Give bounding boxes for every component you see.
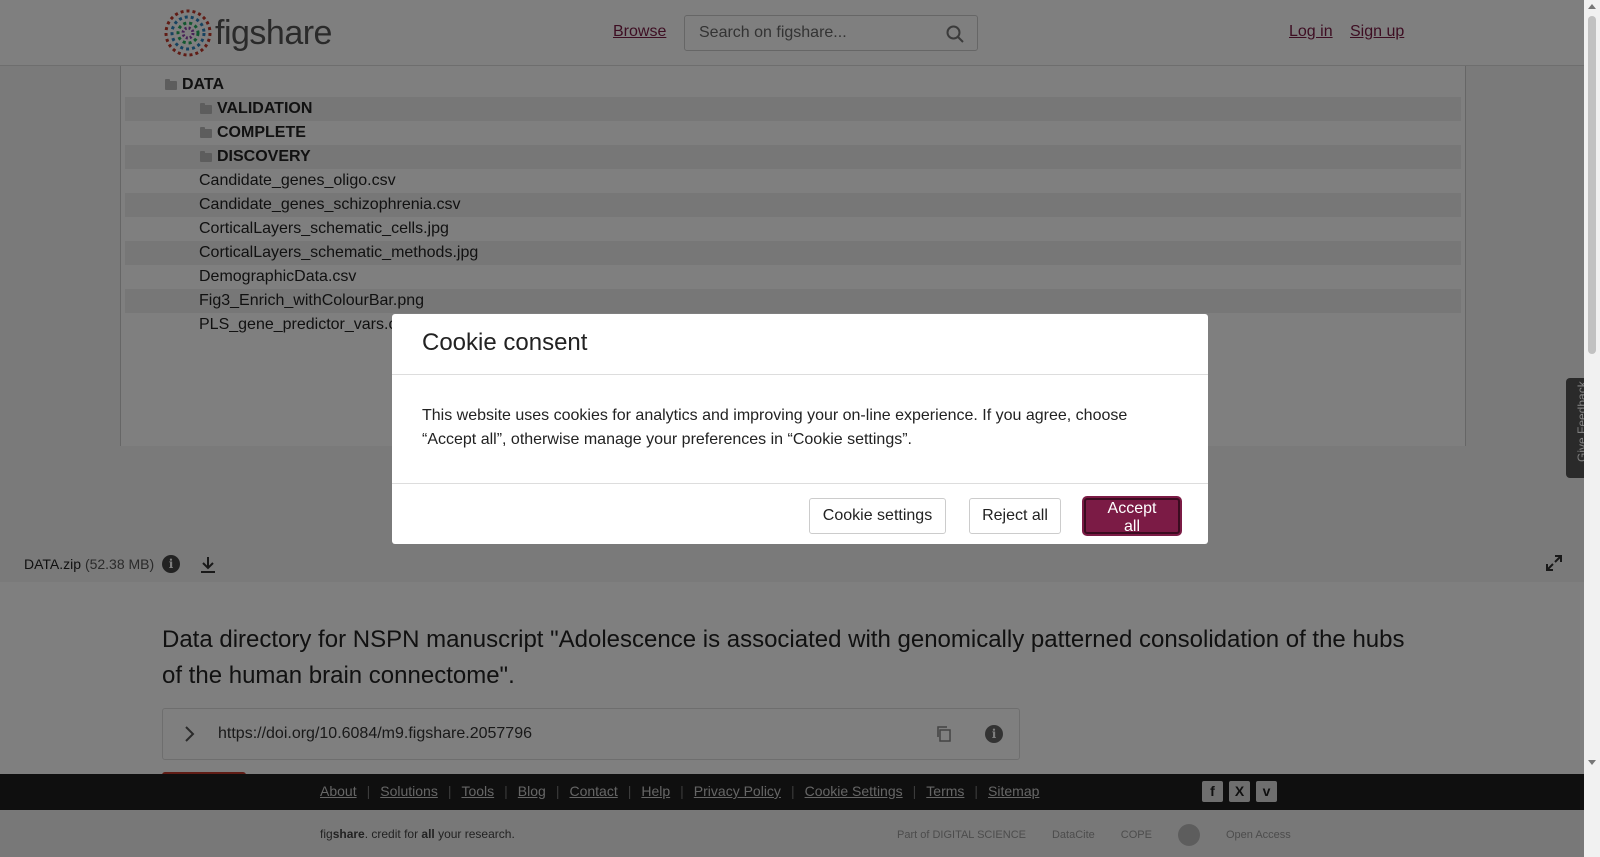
reject-all-button[interactable]: Reject all: [969, 498, 1061, 534]
modal-header: Cookie consent: [392, 314, 1208, 375]
scroll-up-arrow-icon[interactable]: [1588, 4, 1596, 9]
modal-title: Cookie consent: [422, 329, 588, 356]
accept-all-button[interactable]: Accept all: [1084, 498, 1180, 535]
cookie-settings-button[interactable]: Cookie settings: [809, 498, 946, 534]
scrollbar-thumb[interactable]: [1588, 16, 1596, 354]
modal-body-text: This website uses cookies for analytics …: [422, 407, 1128, 448]
scrollbar[interactable]: [1584, 0, 1600, 857]
scroll-down-arrow-icon[interactable]: [1588, 760, 1596, 765]
modal-footer: Cookie settings Reject all Accept all: [392, 483, 1208, 544]
cookie-consent-dialog: Cookie consent This website uses cookies…: [392, 314, 1208, 544]
